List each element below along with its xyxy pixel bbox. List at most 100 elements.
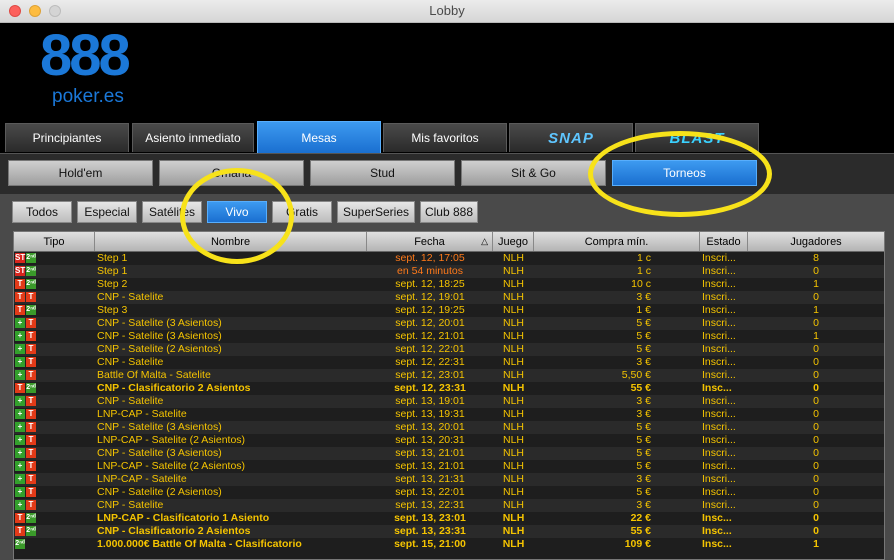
cell-juego: NLH	[502, 512, 525, 524]
cell-tipo: + T	[14, 330, 95, 343]
col-nombre[interactable]: Nombre	[95, 232, 367, 251]
table-row[interactable]: T 2ⁿᵈ CNP - Clasificatorio 2 Asientos sept.…	[14, 525, 884, 538]
cell-tipo: + T	[14, 395, 95, 408]
tournament-type-icon: 2ⁿᵈ	[26, 513, 36, 523]
tab-holdem[interactable]: Hold'em	[8, 160, 153, 186]
cell-fecha: sept. 12, 22:01	[395, 343, 465, 355]
tab-omaha[interactable]: Omaha	[159, 160, 304, 186]
tournament-type-icon: T	[26, 292, 36, 302]
tab-mesas[interactable]: Mesas	[257, 121, 381, 153]
cell-tipo: T 2ⁿᵈ	[14, 382, 95, 395]
tab-sit-and-go[interactable]: Sit & Go	[461, 160, 606, 186]
table-row[interactable]: + T CNP - Satelite (3 Asientos) sept. 12, 2…	[14, 330, 884, 343]
tournament-type-icon: T	[15, 383, 25, 393]
filter-satelites[interactable]: Satélites	[142, 201, 202, 223]
table-row[interactable]: + T LNP-CAP - Satelite (2 Asientos) sept. 1…	[14, 434, 884, 447]
tournament-type-icon: +	[15, 409, 25, 419]
cell-estado: Inscri...	[702, 408, 736, 420]
table-row[interactable]: ST2ⁿᵈ Step 1 en 54 minutos NLH 1 c Inscri... 0	[14, 265, 884, 278]
cell-compra: 5,50 €	[621, 369, 651, 381]
col-compra[interactable]: Compra mín.	[534, 232, 700, 251]
cell-compra: 10 c	[631, 278, 651, 290]
cell-tipo: + T	[14, 486, 95, 499]
cell-fecha: sept. 12, 19:25	[395, 304, 465, 316]
cell-estado: Inscri...	[702, 291, 736, 303]
tab-blast[interactable]: BLAST	[635, 123, 759, 152]
filter-club-888[interactable]: Club 888	[420, 201, 478, 223]
filter-todos[interactable]: Todos	[12, 201, 72, 223]
tab-mis-favoritos[interactable]: Mis favoritos	[383, 123, 507, 152]
cell-jugadores: 0	[813, 460, 819, 472]
cell-estado: Insc...	[702, 525, 732, 537]
table-row[interactable]: + T LNP-CAP - Satelite sept. 13, 19:31 NLH 3 …	[14, 408, 884, 421]
cell-nombre: Step 1	[97, 265, 128, 277]
table-row[interactable]: + T CNP - Satelite sept. 13, 19:01 NLH 3 € Ins…	[14, 395, 884, 408]
table-row[interactable]: T 2ⁿᵈ LNP-CAP - Clasificatorio 1 Asiento se…	[14, 512, 884, 525]
table-row[interactable]: + T LNP-CAP - Satelite sept. 13, 21:31 NLH 3 …	[14, 473, 884, 486]
cell-jugadores: 8	[813, 252, 819, 264]
tab-torneos[interactable]: Torneos	[612, 160, 757, 186]
tab-stud[interactable]: Stud	[310, 160, 455, 186]
table-row[interactable]: T 2ⁿᵈ CNP - Clasificatorio 2 Asientos sept.…	[14, 382, 884, 395]
cell-juego: NLH	[502, 317, 524, 329]
cell-compra: 3 €	[636, 408, 651, 420]
table-row[interactable]: + T CNP - Satelite sept. 13, 22:31 NLH 3 € Ins…	[14, 499, 884, 512]
tournament-type-icon: T	[26, 396, 36, 406]
cell-nombre: Step 3	[97, 304, 128, 316]
cell-compra: 5 €	[636, 447, 651, 459]
tab-principiantes[interactable]: Principiantes	[5, 123, 129, 152]
col-estado[interactable]: Estado	[700, 232, 748, 251]
table-row[interactable]: + T CNP - Satelite (2 Asientos) sept. 12, 2…	[14, 343, 884, 356]
table-row[interactable]: + T CNP - Satelite (2 Asientos) sept. 13, 2…	[14, 486, 884, 499]
col-juego[interactable]: Juego	[493, 232, 534, 251]
cell-juego: NLH	[502, 460, 524, 472]
table-row[interactable]: T 2ⁿᵈ Step 2 sept. 12, 18:25 NLH 10 c Inscri..…	[14, 278, 884, 291]
cell-estado: Inscri...	[702, 356, 736, 368]
cell-jugadores: 0	[813, 499, 819, 511]
table-row[interactable]: ST2ⁿᵈ Step 1 sept. 12, 17:05 NLH 1 c Inscri..…	[14, 252, 884, 265]
col-jugadores[interactable]: Jugadores	[748, 232, 884, 251]
table-row[interactable]: + T LNP-CAP - Satelite (2 Asientos) sept. 1…	[14, 460, 884, 473]
cell-fecha: sept. 13, 19:31	[395, 408, 465, 420]
tournament-type-icon: +	[15, 331, 25, 341]
tournament-type-icon: T	[26, 409, 36, 419]
cell-fecha: sept. 13, 21:01	[395, 460, 465, 472]
tournament-type-icon: +	[15, 487, 25, 497]
filter-especial[interactable]: Especial	[77, 201, 137, 223]
cell-nombre: Step 2	[97, 278, 128, 290]
tournament-type-icon: T	[15, 292, 25, 302]
cell-fecha: sept. 13, 21:31	[395, 473, 465, 485]
cell-juego: NLH	[502, 486, 524, 498]
table-body: ST2ⁿᵈ Step 1 sept. 12, 17:05 NLH 1 c Inscri..…	[14, 252, 884, 551]
cell-juego: NLH	[502, 382, 525, 394]
table-row[interactable]: + T CNP - Satelite (3 Asientos) sept. 12, 2…	[14, 317, 884, 330]
cell-nombre: CNP - Satelite	[97, 291, 164, 303]
filter-gratis[interactable]: Gratis	[272, 201, 332, 223]
table-row[interactable]: + T Battle Of Malta - Satelite sept. 12, 23…	[14, 369, 884, 382]
cell-nombre: LNP-CAP - Satelite (2 Asientos)	[97, 460, 246, 472]
table-row[interactable]: + T CNP - Satelite (3 Asientos) sept. 13, 2…	[14, 421, 884, 434]
col-fecha[interactable]: Fecha △	[367, 232, 493, 251]
tournament-type-icon: +	[15, 500, 25, 510]
cell-fecha: sept. 12, 22:31	[395, 356, 465, 368]
table-row[interactable]: T T CNP - Satelite sept. 12, 19:01 NLH 3 € Ins…	[14, 291, 884, 304]
cell-juego: NLH	[502, 434, 524, 446]
cell-nombre: CNP - Satelite (3 Asientos)	[97, 421, 222, 433]
tab-asiento-inmediato[interactable]: Asiento inmediato	[132, 123, 254, 152]
table-row[interactable]: + T CNP - Satelite (3 Asientos) sept. 13, 2…	[14, 447, 884, 460]
filter-vivo[interactable]: Vivo	[207, 201, 267, 223]
cell-tipo: T 2ⁿᵈ	[14, 278, 95, 291]
cell-jugadores: 0	[813, 343, 819, 355]
cell-juego: NLH	[502, 447, 524, 459]
table-row[interactable]: 2ⁿᵈ 1.000.000€ Battle Of Malta - Clasific…	[14, 538, 884, 551]
tournament-type-icon: T	[26, 474, 36, 484]
tournament-type-icon: +	[15, 344, 25, 354]
table-row[interactable]: + T CNP - Satelite sept. 12, 22:31 NLH 3 € Ins…	[14, 356, 884, 369]
filter-superseries[interactable]: SuperSeries	[337, 201, 415, 223]
tournament-type-icon: T	[26, 318, 36, 328]
tab-snap[interactable]: SNAP	[509, 123, 633, 152]
cell-juego: NLH	[502, 395, 524, 407]
cell-compra: 109 €	[624, 538, 651, 550]
table-row[interactable]: T 2ⁿᵈ Step 3 sept. 12, 19:25 NLH 1 € Inscri...…	[14, 304, 884, 317]
col-tipo[interactable]: Tipo	[14, 232, 95, 251]
